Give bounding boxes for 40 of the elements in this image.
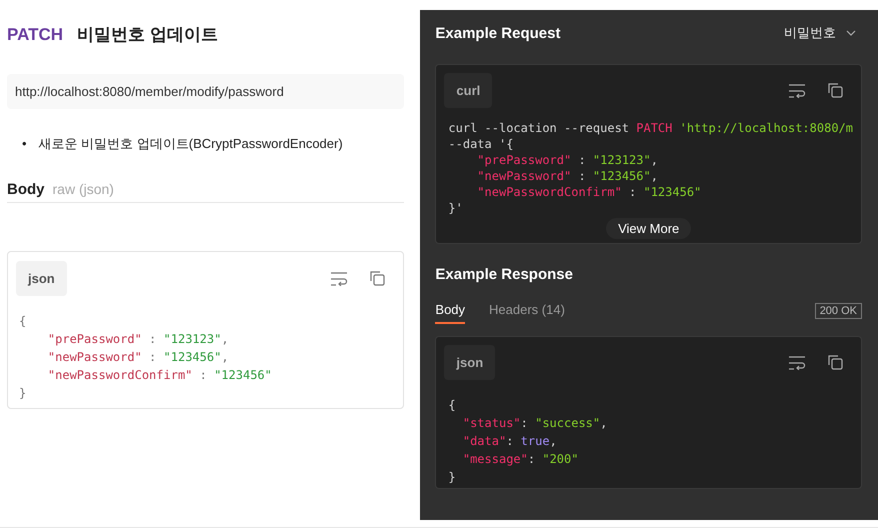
code-line: "status": "success", bbox=[462, 415, 608, 432]
copy-icon[interactable] bbox=[370, 271, 386, 286]
example-dropdown[interactable]: 비밀번호 bbox=[784, 24, 862, 42]
code-line: "newPasswordConfirm" : "123456" bbox=[476, 184, 702, 200]
code-line: --data '{ bbox=[448, 136, 514, 152]
copy-icon[interactable] bbox=[828, 355, 843, 370]
response-tab[interactable]: Body bbox=[435, 302, 466, 324]
section-title: Example Request bbox=[435, 24, 560, 42]
request-title: 비밀번호 업데이트 bbox=[77, 24, 218, 46]
http-method: PATCH bbox=[7, 25, 64, 45]
code-line: } bbox=[448, 469, 457, 486]
copy-icon[interactable] bbox=[828, 83, 843, 98]
code-line: "newPassword" : "123456", bbox=[476, 168, 659, 184]
wrap-icon[interactable] bbox=[788, 84, 806, 98]
chevron-down-icon bbox=[846, 30, 856, 36]
status-badge: 200 OK bbox=[814, 302, 862, 318]
code-line: { bbox=[19, 313, 28, 330]
code-line: "message": "200" bbox=[462, 451, 580, 468]
code-line: "newPassword" : "123456", bbox=[46, 349, 230, 366]
code-line: curl --location --request PATCH 'http://localhost:8080/m bbox=[448, 120, 853, 136]
code-line: "prePassword" : "123123", bbox=[46, 331, 230, 348]
code-line: "prePassword" : "123123", bbox=[476, 152, 659, 168]
code-line: }' bbox=[448, 200, 464, 216]
wrap-icon[interactable] bbox=[330, 272, 348, 286]
code-line: "newPasswordConfirm" : "123456" bbox=[46, 367, 273, 384]
language-label: json bbox=[16, 261, 67, 296]
code-line: "data": true, bbox=[462, 433, 558, 450]
bullet-marker: • bbox=[22, 136, 27, 152]
request-url: http://localhost:8080/member/modify/password bbox=[7, 74, 404, 109]
language-label: json bbox=[444, 345, 496, 380]
description-text: 새로운 비밀번호 업데이트(BCryptPasswordEncoder) bbox=[38, 136, 343, 152]
section-title: Example Response bbox=[435, 266, 574, 283]
body-label: Body bbox=[7, 181, 44, 198]
wrap-icon[interactable] bbox=[788, 356, 806, 370]
body-type: raw (json) bbox=[52, 181, 114, 197]
code-line: } bbox=[19, 385, 28, 402]
view-more-button[interactable]: View More bbox=[606, 218, 692, 239]
response-tab[interactable]: Headers (14) bbox=[489, 302, 565, 324]
code-line: { bbox=[448, 397, 457, 414]
language-label: curl bbox=[444, 73, 492, 108]
